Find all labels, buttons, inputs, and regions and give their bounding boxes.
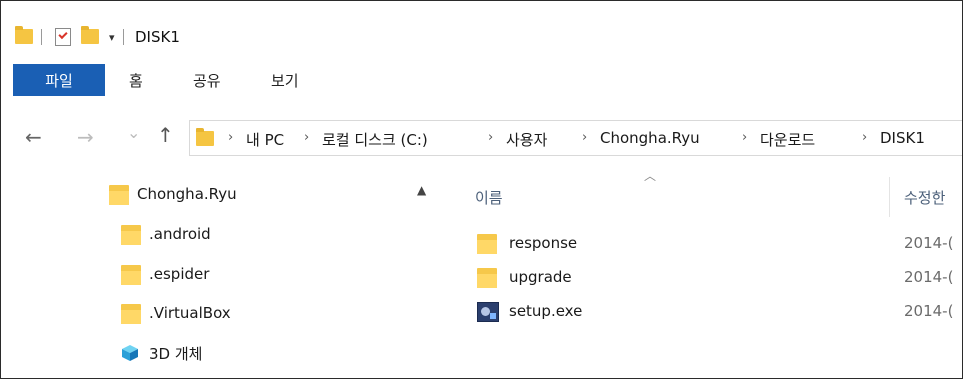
file-modified-date: 2014-( xyxy=(904,268,954,286)
tab-file[interactable]: 파일 xyxy=(13,64,105,96)
folder-icon xyxy=(477,234,497,254)
breadcrumb-separator: › xyxy=(488,130,494,145)
column-divider[interactable] xyxy=(889,177,890,217)
breadcrumb-separator: › xyxy=(304,130,310,145)
file-name: upgrade xyxy=(509,268,572,286)
tree-item-label: .espider xyxy=(149,265,210,283)
folder-icon xyxy=(109,185,129,205)
breadcrumb-separator: › xyxy=(862,130,868,145)
explorer-window: ▾ DISK1 파일 홈 공유 보기 ← → ⌄ ↑ › 내 PC › 로컬 디… xyxy=(0,0,963,379)
back-button[interactable]: ← xyxy=(25,125,42,149)
folder-icon xyxy=(121,265,141,285)
breadcrumb-user-folder[interactable]: Chongha.Ryu xyxy=(600,129,700,147)
recent-locations-button[interactable]: ⌄ xyxy=(127,123,140,142)
sort-ascending-icon: ︿ xyxy=(644,169,657,183)
file-modified-date: 2014-( xyxy=(904,302,954,320)
breadcrumb-local-disk[interactable]: 로컬 디스크 (C:) xyxy=(322,129,428,150)
properties-icon[interactable] xyxy=(55,28,71,46)
tab-view[interactable]: 보기 xyxy=(271,64,299,96)
column-header-name[interactable]: 이름 xyxy=(475,187,503,208)
tree-item-label: .VirtualBox xyxy=(149,304,231,322)
file-name: setup.exe xyxy=(509,302,583,320)
folder-icon[interactable] xyxy=(15,26,33,44)
3d-objects-icon xyxy=(122,345,138,361)
up-button[interactable]: ↑ xyxy=(157,123,174,147)
window-title: DISK1 xyxy=(135,28,180,46)
file-modified-date: 2014-( xyxy=(904,234,954,252)
folder-icon xyxy=(121,304,141,324)
breadcrumb-separator: › xyxy=(582,130,588,145)
address-bar[interactable]: › 내 PC › 로컬 디스크 (C:) › 사용자 › Chongha.Ryu… xyxy=(189,120,962,156)
scroll-up-arrow[interactable]: ▲ xyxy=(417,183,426,197)
tree-item-label: 3D 개체 xyxy=(149,345,203,363)
folder-icon xyxy=(477,268,497,288)
toolbar-separator xyxy=(41,29,42,45)
breadcrumb-downloads[interactable]: 다운로드 xyxy=(760,129,815,150)
tree-item-label: .android xyxy=(149,225,211,243)
file-name: response xyxy=(509,234,578,252)
tab-share[interactable]: 공유 xyxy=(193,64,221,96)
tab-home[interactable]: 홈 xyxy=(129,64,143,96)
breadcrumb-separator: › xyxy=(228,130,234,145)
breadcrumb-users[interactable]: 사용자 xyxy=(506,129,547,150)
new-folder-icon[interactable] xyxy=(81,26,99,44)
folder-icon xyxy=(196,128,214,146)
breadcrumb-separator: › xyxy=(742,130,748,145)
chevron-down-icon[interactable]: ▾ xyxy=(109,31,115,44)
breadcrumb-current-folder[interactable]: DISK1 xyxy=(880,129,925,147)
exe-icon xyxy=(477,302,499,322)
toolbar-separator xyxy=(123,29,124,45)
breadcrumb-this-pc[interactable]: 내 PC xyxy=(246,129,284,150)
folder-icon xyxy=(121,225,141,245)
title-bar: ▾ DISK1 xyxy=(1,1,962,61)
column-header-modified[interactable]: 수정한 xyxy=(904,187,945,208)
tree-item-label: Chongha.Ryu xyxy=(137,185,237,203)
forward-button[interactable]: → xyxy=(77,125,94,149)
